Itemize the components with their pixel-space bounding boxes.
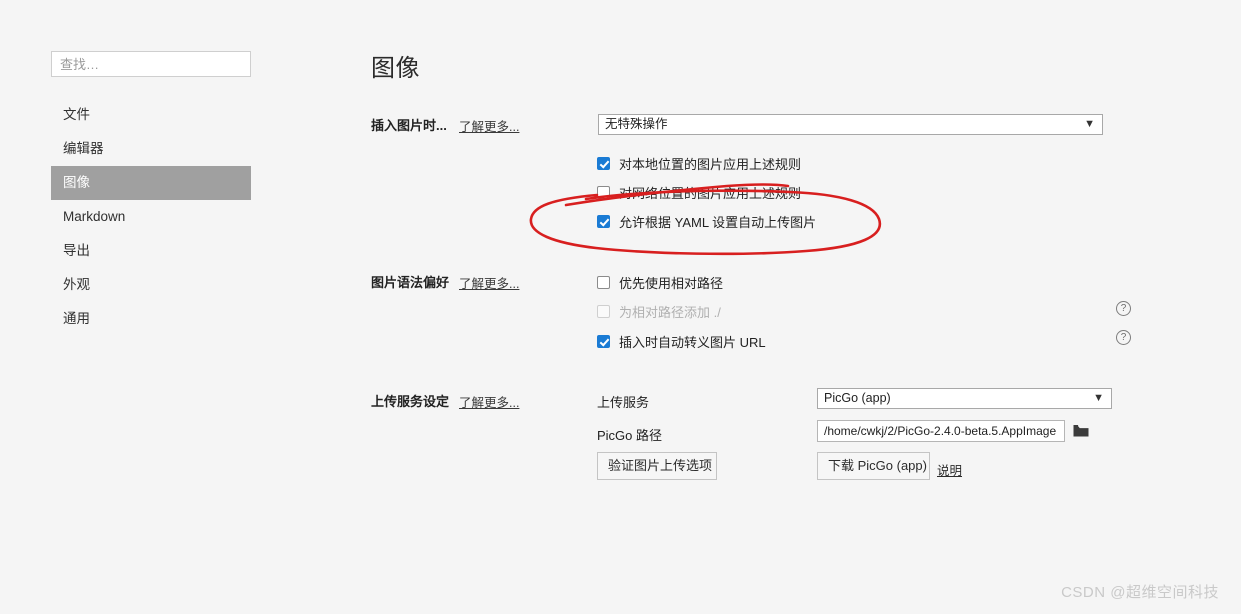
csdn-watermark: CSDN @超维空间科技 [1061,581,1219,602]
settings-main-panel: 图像 插入图片时... 了解更多... 无特殊操作 ▼ 对本地位置的图片应用上述… [0,0,1241,614]
insert-image-action-value: 无特殊操作 [605,117,668,131]
picgo-instructions-link[interactable]: 说明 [937,460,962,479]
checkbox-label: 优先使用相对路径 [619,273,723,292]
checkbox-box[interactable] [597,186,610,199]
section-label-upload-service: 上传服务设定 [371,391,449,410]
checkbox-prefer-relative-path[interactable]: 优先使用相对路径 [597,273,723,292]
checkbox-label: 允许根据 YAML 设置自动上传图片 [619,212,816,231]
checkbox-box[interactable] [597,276,610,289]
section-label-insert-image: 插入图片时... [371,115,447,134]
help-icon-prepend-dot-slash[interactable]: ? [1116,301,1131,316]
upload-service-value: PicGo (app) [824,391,891,405]
insert-image-action-dropdown[interactable]: 无特殊操作 ▼ [598,114,1103,135]
checkbox-label: 对本地位置的图片应用上述规则 [619,154,801,173]
checkbox-escape-image-url[interactable]: 插入时自动转义图片 URL [597,332,766,351]
chevron-down-icon: ▼ [1084,115,1095,134]
help-icon-escape-image-url[interactable]: ? [1116,330,1131,345]
field-label-upload-service: 上传服务 [597,392,649,411]
verify-upload-options-button[interactable]: 验证图片上传选项 [597,452,717,480]
checkbox-prepend-dot-slash: 为相对路径添加 ./ [597,302,721,321]
checkbox-box [597,305,610,318]
picgo-path-input[interactable] [817,420,1065,442]
learn-more-syntax-preference[interactable]: 了解更多... [459,273,519,292]
learn-more-upload-service[interactable]: 了解更多... [459,392,519,411]
checkbox-yaml-auto-upload[interactable]: 允许根据 YAML 设置自动上传图片 [597,212,816,231]
chevron-down-icon: ▼ [1093,389,1104,408]
folder-icon[interactable] [1073,424,1089,438]
checkbox-label: 对网络位置的图片应用上述规则 [619,183,801,202]
field-label-picgo-path: PicGo 路径 [597,425,662,444]
section-label-syntax-preference: 图片语法偏好 [371,272,449,291]
checkbox-label: 插入时自动转义图片 URL [619,332,766,351]
checkbox-box[interactable] [597,215,610,228]
checkbox-box[interactable] [597,335,610,348]
checkbox-label: 为相对路径添加 ./ [619,302,721,321]
upload-service-dropdown[interactable]: PicGo (app) ▼ [817,388,1112,409]
checkbox-apply-rules-local[interactable]: 对本地位置的图片应用上述规则 [597,154,801,173]
page-title: 图像 [371,48,420,83]
checkbox-box[interactable] [597,157,610,170]
download-picgo-button[interactable]: 下载 PicGo (app) [817,452,930,480]
checkbox-apply-rules-network[interactable]: 对网络位置的图片应用上述规则 [597,183,801,202]
learn-more-insert-image[interactable]: 了解更多... [459,116,519,135]
